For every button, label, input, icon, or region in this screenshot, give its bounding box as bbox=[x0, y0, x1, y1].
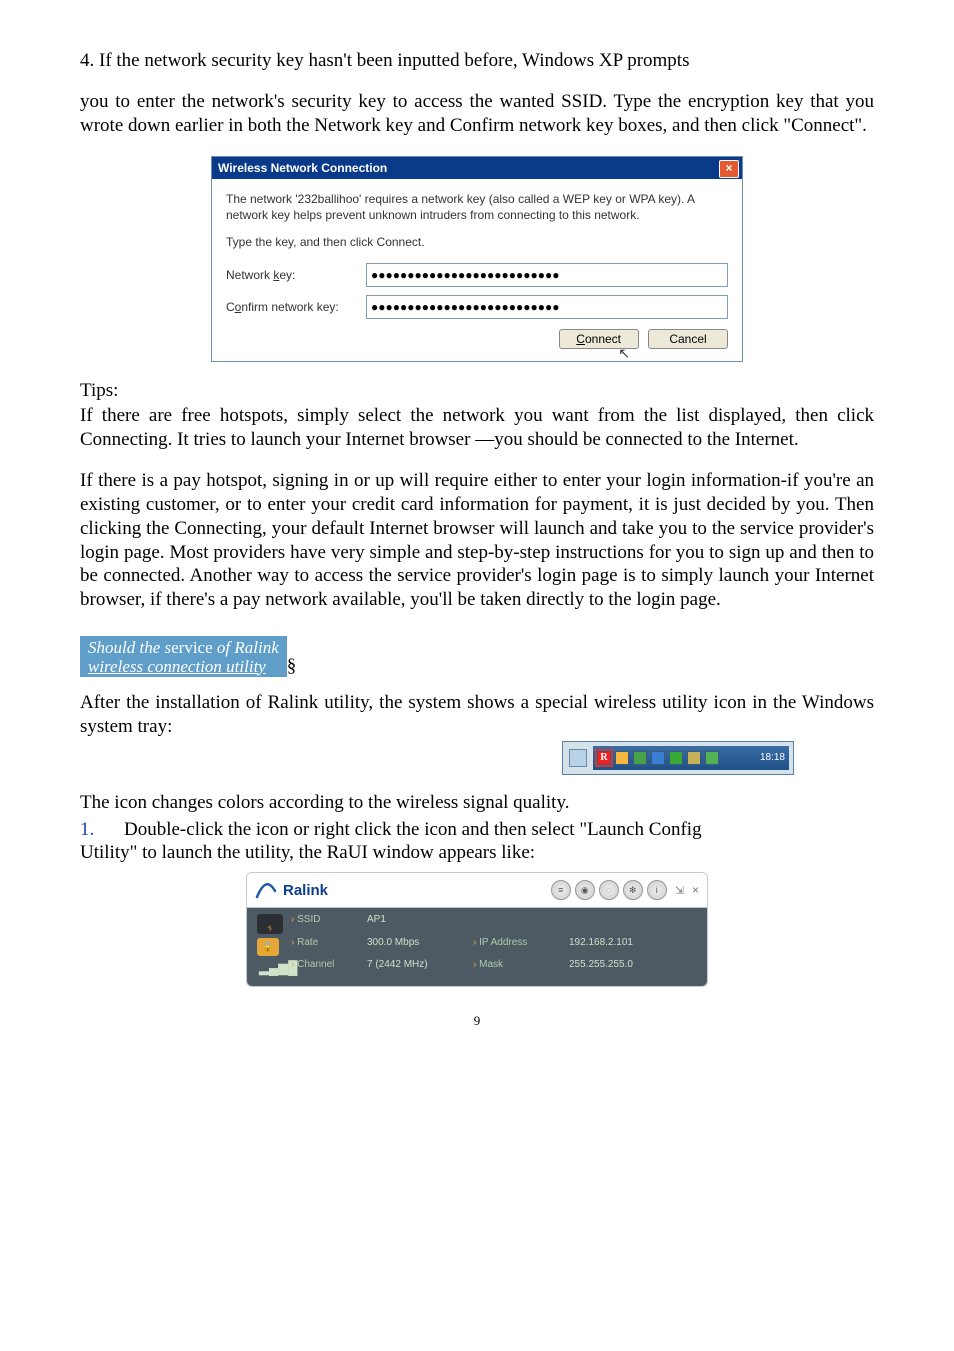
mask-label: Mask bbox=[473, 959, 563, 976]
enum-number: 1. bbox=[80, 819, 124, 841]
tray-square-icon bbox=[569, 749, 587, 767]
tip-pay-hotspot: If there is a pay hotspot, signing in or… bbox=[80, 469, 874, 612]
ssid-value: AP1 bbox=[367, 914, 467, 931]
icon-color-note: The icon changes colors according to the… bbox=[80, 791, 874, 815]
toolbar-settings-icon[interactable]: ✻ bbox=[623, 880, 643, 900]
tray-icon bbox=[651, 751, 665, 765]
pin-icon[interactable]: ⇲ bbox=[675, 884, 684, 897]
tray-icon bbox=[615, 751, 629, 765]
confirm-network-key-label: Confirm network key: bbox=[226, 300, 366, 314]
tray-icon bbox=[669, 751, 683, 765]
channel-label: Channel bbox=[291, 959, 361, 976]
wireless-connection-dialog: Wireless Network Connection × The networ… bbox=[211, 156, 743, 362]
ralink-utility-window: Ralink ≡ ◉ ◌ ✻ i ⇲ × ﮩ 🔒 ▂▄▆█ SSID AP1 R… bbox=[246, 872, 708, 987]
ralink-logo: Ralink bbox=[255, 881, 328, 899]
tray-icon bbox=[705, 751, 719, 765]
step4-heading: 4. If the network security key hasn't be… bbox=[80, 50, 874, 72]
section-mark: § bbox=[287, 655, 297, 676]
network-key-label: Network key: bbox=[226, 268, 366, 282]
tips-heading: Tips: bbox=[80, 380, 874, 402]
ip-label: IP Address bbox=[473, 937, 563, 954]
enum-item-1: 1. Double-click the icon or right click … bbox=[80, 819, 874, 841]
tray-clock: 18:18 bbox=[760, 752, 785, 763]
connect-button[interactable]: Connect bbox=[559, 329, 639, 349]
close-icon[interactable]: × bbox=[719, 160, 739, 178]
toolbar-survey-icon[interactable]: ◌ bbox=[599, 880, 619, 900]
tray-icon bbox=[633, 751, 647, 765]
step4-body: you to enter the network's security key … bbox=[80, 90, 874, 138]
mask-value: 255.255.255.0 bbox=[569, 959, 679, 976]
confirm-network-key-input[interactable] bbox=[366, 295, 728, 319]
tip-free-hotspots: If there are free hotspots, simply selec… bbox=[80, 404, 874, 452]
enum-text-line1: Double-click the icon or right click the… bbox=[124, 819, 702, 841]
dialog-instruction: Type the key, and then click Connect. bbox=[226, 235, 728, 249]
rate-value: 300.0 Mbps bbox=[367, 937, 467, 954]
enum-text-line2: Utility" to launch the utility, the RaUI… bbox=[80, 841, 874, 865]
ralink-tray-icon: R bbox=[597, 751, 611, 765]
toolbar-info-icon[interactable]: i bbox=[647, 880, 667, 900]
lock-icon: 🔒 bbox=[257, 938, 279, 956]
dialog-body: The network '232ballihoo' requires a net… bbox=[212, 179, 742, 361]
close-icon[interactable]: × bbox=[692, 883, 699, 897]
tray-icon bbox=[687, 751, 701, 765]
toolbar-connect-icon[interactable]: ◉ bbox=[575, 880, 595, 900]
page-number: 9 bbox=[80, 1013, 874, 1029]
ssid-label: SSID bbox=[291, 914, 361, 931]
rate-label: Rate bbox=[291, 937, 361, 954]
ip-value: 192.168.2.101 bbox=[569, 937, 679, 954]
network-key-input[interactable] bbox=[366, 263, 728, 287]
dialog-title-bar: Wireless Network Connection × bbox=[212, 157, 742, 179]
system-tray-illustration: R 18:18 bbox=[562, 741, 794, 775]
ralink-toolbar-icons: ≡ ◉ ◌ ✻ i ⇲ × bbox=[551, 880, 699, 900]
toolbar-list-icon[interactable]: ≡ bbox=[551, 880, 571, 900]
channel-value: 7 (2442 MHz) bbox=[367, 959, 467, 976]
dialog-title-text: Wireless Network Connection bbox=[218, 161, 387, 175]
after-section-text: After the installation of Ralink utility… bbox=[80, 691, 874, 739]
cancel-button[interactable]: Cancel bbox=[648, 329, 728, 349]
dialog-description: The network '232ballihoo' requires a net… bbox=[226, 191, 728, 223]
antenna-icon: ﮩ bbox=[257, 914, 283, 934]
ralink-service-section: Should the service of Ralink wireless co… bbox=[80, 622, 874, 677]
